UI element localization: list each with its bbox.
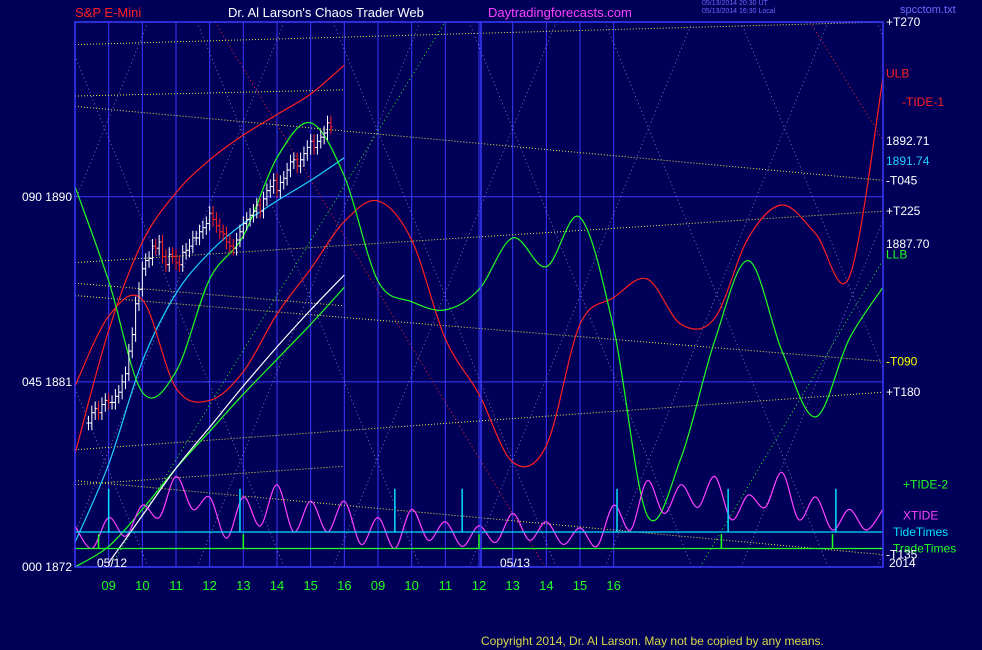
right-label-t135: -T135 [886,548,918,562]
timestamp-ut: 05/13/2014 20:30 UT [702,0,768,7]
right-label-tidetimes: TideTimes [893,525,948,539]
data-filename: spcctom.txt [900,4,956,16]
x-tick-label: 15 [573,578,587,593]
time-line-red [809,22,883,141]
x-tick-label: 12 [472,578,486,593]
date-label: 05/12 [97,556,127,570]
right-label-xtide: XTIDE [903,509,938,523]
x-tick-label: 09 [101,578,115,593]
right-label-ulb: ULB [886,66,909,80]
chart-title: Dr. Al Larson's Chaos Trader Web [228,5,424,20]
series-moving-average-slow [108,274,345,564]
x-tick-label: 10 [135,578,149,593]
x-tick-label: 11 [439,578,453,593]
site-name: Daytradingforecasts.com [488,5,632,20]
date-label: 05/13 [500,556,530,570]
x-tick-label: 16 [606,578,620,593]
right-label-t270: +T270 [886,15,921,29]
right-label-t180: +T180 [886,385,921,399]
x-tick-label: 11 [169,578,183,593]
x-tick-label: 16 [337,578,351,593]
diamond-line [0,22,12,567]
plot-area [0,22,883,567]
y-tick-label: 090 1890 [22,190,72,204]
right-label-t045: -T045 [886,173,918,187]
y-tick-label: 000 1872 [22,560,72,574]
copyright-notice: Copyright 2014, Dr. Al Larson. May not b… [481,634,824,648]
right-label-189174: 1891.74 [886,154,930,168]
x-tick-label: 10 [404,578,418,593]
instrument-label: S&P E-Mini [75,5,142,20]
x-tick-label: 14 [539,578,553,593]
x-tick-label: 15 [303,578,317,593]
x-tick-label: 12 [202,578,216,593]
chart-canvas: 000 1872 045 1881 090 1890 09 10 11 12 13 14 15 16… [0,15,956,593]
right-label-t090: -T090 [886,354,918,368]
x-tick-label: 13 [236,578,250,593]
right-label-tide1: -TIDE-1 [902,95,944,109]
time-line-red [214,22,546,567]
right-label-llb: LLB [886,247,907,261]
diamond-line [0,22,12,567]
right-label-t225: +T225 [886,204,921,218]
right-label-189271: 1892.71 [886,134,930,148]
x-tick-label: 13 [505,578,519,593]
right-label-tide2: +TIDE-2 [903,478,948,492]
y-tick-label: 045 1881 [22,375,72,389]
x-tick-label: 14 [270,578,284,593]
timestamp-local: 05/13/2014 16:30 Local [702,8,776,15]
x-tick-label: 09 [371,578,385,593]
